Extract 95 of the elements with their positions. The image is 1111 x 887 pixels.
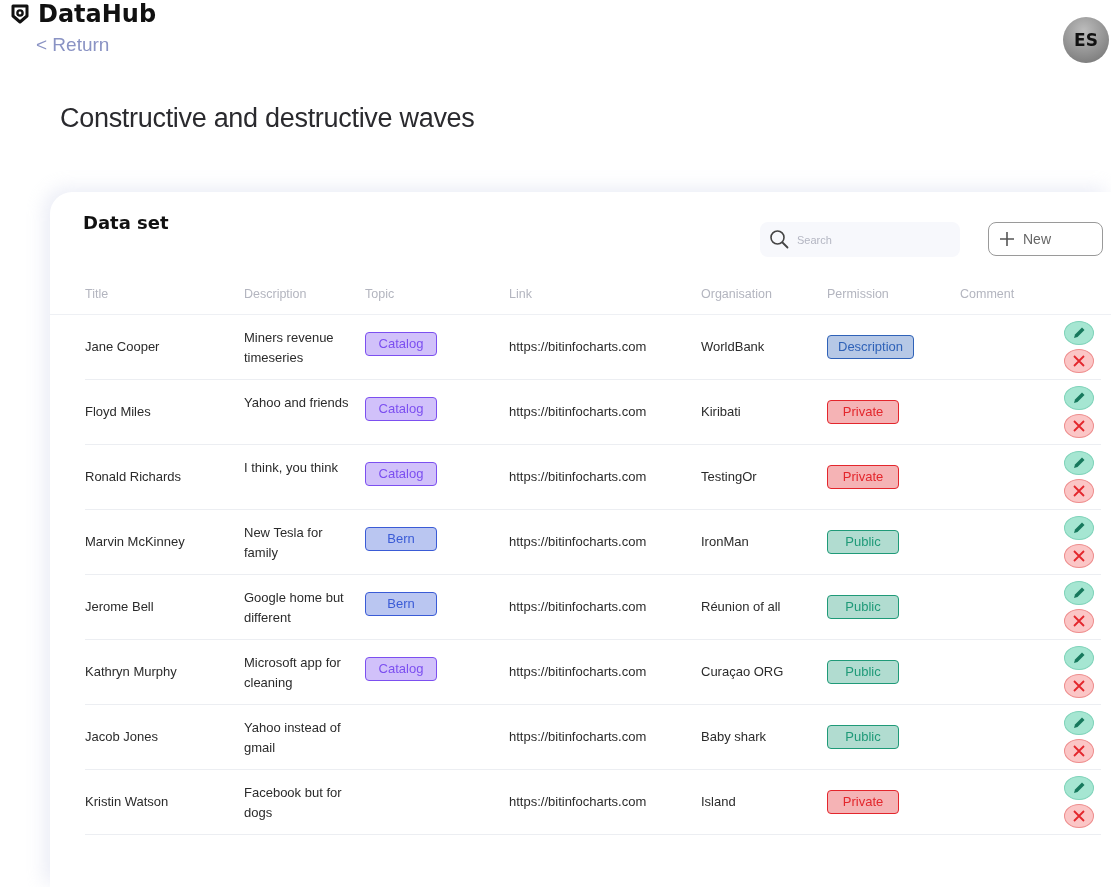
edit-button[interactable]	[1064, 451, 1094, 475]
organisation-cell-text: Baby shark	[701, 728, 768, 746]
link-cell-text: https://bitinfocharts.com	[509, 663, 648, 681]
pencil-icon	[1072, 456, 1086, 470]
organisation-cell-text: WorldBank	[701, 338, 766, 356]
pencil-icon	[1072, 781, 1086, 795]
permission-tag: Description	[827, 335, 915, 359]
topic-tag: Bern	[365, 527, 437, 551]
link-cell-text: https://bitinfocharts.com	[509, 598, 648, 616]
edit-button[interactable]	[1064, 516, 1094, 540]
column-header: Topic	[365, 287, 396, 301]
pencil-icon	[1072, 521, 1086, 535]
page-title: Constructive and destructive waves	[60, 103, 476, 134]
user-avatar[interactable]: ES	[1063, 17, 1109, 63]
topic-tag: Catalog	[365, 462, 437, 486]
delete-button[interactable]	[1064, 544, 1094, 568]
title-cell-text: Kristin Watson	[85, 793, 170, 811]
close-icon	[1073, 745, 1085, 757]
close-icon	[1073, 810, 1085, 822]
title-cell-text: Jacob Jones	[85, 728, 159, 746]
delete-button[interactable]	[1064, 804, 1094, 828]
pencil-icon	[1072, 326, 1086, 340]
delete-button[interactable]	[1064, 609, 1094, 633]
organisation-cell-text: IronMan	[701, 533, 750, 551]
description-cell-text: Google home but different	[244, 589, 345, 627]
description-cell-text: Yahoo and friends	[244, 394, 350, 412]
edit-button[interactable]	[1064, 321, 1094, 345]
description-cell-text: Miners revenue timeseries	[244, 329, 335, 367]
title-cell-text: Floyd Miles	[85, 403, 152, 421]
column-header: Comment	[960, 287, 1016, 301]
organisation-cell-text: Curaçao ORG	[701, 663, 785, 681]
topic-tag: Bern	[365, 592, 437, 616]
link-cell-text: https://bitinfocharts.com	[509, 728, 648, 746]
delete-button[interactable]	[1064, 349, 1094, 373]
edit-button[interactable]	[1064, 386, 1094, 410]
link-cell-text: https://bitinfocharts.com	[509, 338, 648, 356]
permission-tag: Private	[827, 790, 899, 814]
topic-tag: Catalog	[365, 397, 437, 421]
close-icon	[1073, 680, 1085, 692]
permission-tag: Public	[827, 725, 899, 749]
permission-tag: Public	[827, 660, 899, 684]
delete-button[interactable]	[1064, 479, 1094, 503]
pencil-icon	[1072, 651, 1086, 665]
column-header: Description	[244, 287, 308, 301]
description-cell-text: I think, you think	[244, 459, 339, 477]
column-header: Organisation	[701, 287, 773, 301]
edit-button[interactable]	[1064, 581, 1094, 605]
link-cell-text: https://bitinfocharts.com	[509, 793, 648, 811]
close-icon	[1073, 615, 1085, 627]
pencil-icon	[1072, 716, 1086, 730]
title-cell-text: Kathryn Murphy	[85, 663, 178, 681]
close-icon	[1073, 485, 1085, 497]
delete-button[interactable]	[1064, 414, 1094, 438]
shield-logo-icon	[10, 3, 30, 25]
close-icon	[1073, 355, 1085, 367]
new-button[interactable]: New	[988, 222, 1103, 256]
topic-tag: Catalog	[365, 332, 437, 356]
link-cell-text: https://bitinfocharts.com	[509, 533, 648, 551]
edit-button[interactable]	[1064, 776, 1094, 800]
description-cell-text: Yahoo instead of gmail	[244, 719, 342, 757]
organisation-cell-text: Réunion of all	[701, 598, 782, 616]
edit-button[interactable]	[1064, 646, 1094, 670]
permission-tag: Public	[827, 595, 899, 619]
close-icon	[1073, 420, 1085, 432]
permission-tag: Private	[827, 400, 899, 424]
delete-button[interactable]	[1064, 739, 1094, 763]
permission-tag: Public	[827, 530, 899, 554]
topic-tag: Catalog	[365, 657, 437, 681]
title-cell-text: Ronald Richards	[85, 468, 183, 486]
description-cell-text: Facebook but for dogs	[244, 784, 343, 822]
description-cell-text: New Tesla for family	[244, 524, 324, 562]
column-header: Title	[85, 287, 110, 301]
organisation-cell-text: Island	[701, 793, 737, 811]
plus-icon	[999, 231, 1015, 247]
brand-name: DataHub	[38, 2, 157, 26]
delete-button[interactable]	[1064, 674, 1094, 698]
title-cell-text: Jane Cooper	[85, 338, 161, 356]
title-cell-text: Jerome Bell	[85, 598, 155, 616]
column-header: Permission	[827, 287, 890, 301]
column-header: Link	[509, 287, 533, 301]
pencil-icon	[1072, 391, 1086, 405]
link-cell-text: https://bitinfocharts.com	[509, 468, 648, 486]
card-title: Data set	[83, 212, 170, 233]
organisation-cell-text: TestingOr	[701, 468, 758, 486]
pencil-icon	[1072, 586, 1086, 600]
link-cell-text: https://bitinfocharts.com	[509, 403, 648, 421]
close-icon	[1073, 550, 1085, 562]
edit-button[interactable]	[1064, 711, 1094, 735]
search-icon	[769, 229, 789, 249]
organisation-cell-text: Kiribati	[701, 403, 742, 421]
permission-tag: Private	[827, 465, 899, 489]
return-link[interactable]: < Return	[36, 34, 157, 56]
search-field[interactable]: Search	[760, 222, 960, 257]
title-cell-text: Marvin McKinney	[85, 533, 186, 551]
description-cell-text: Microsoft app for cleaning	[244, 654, 342, 692]
